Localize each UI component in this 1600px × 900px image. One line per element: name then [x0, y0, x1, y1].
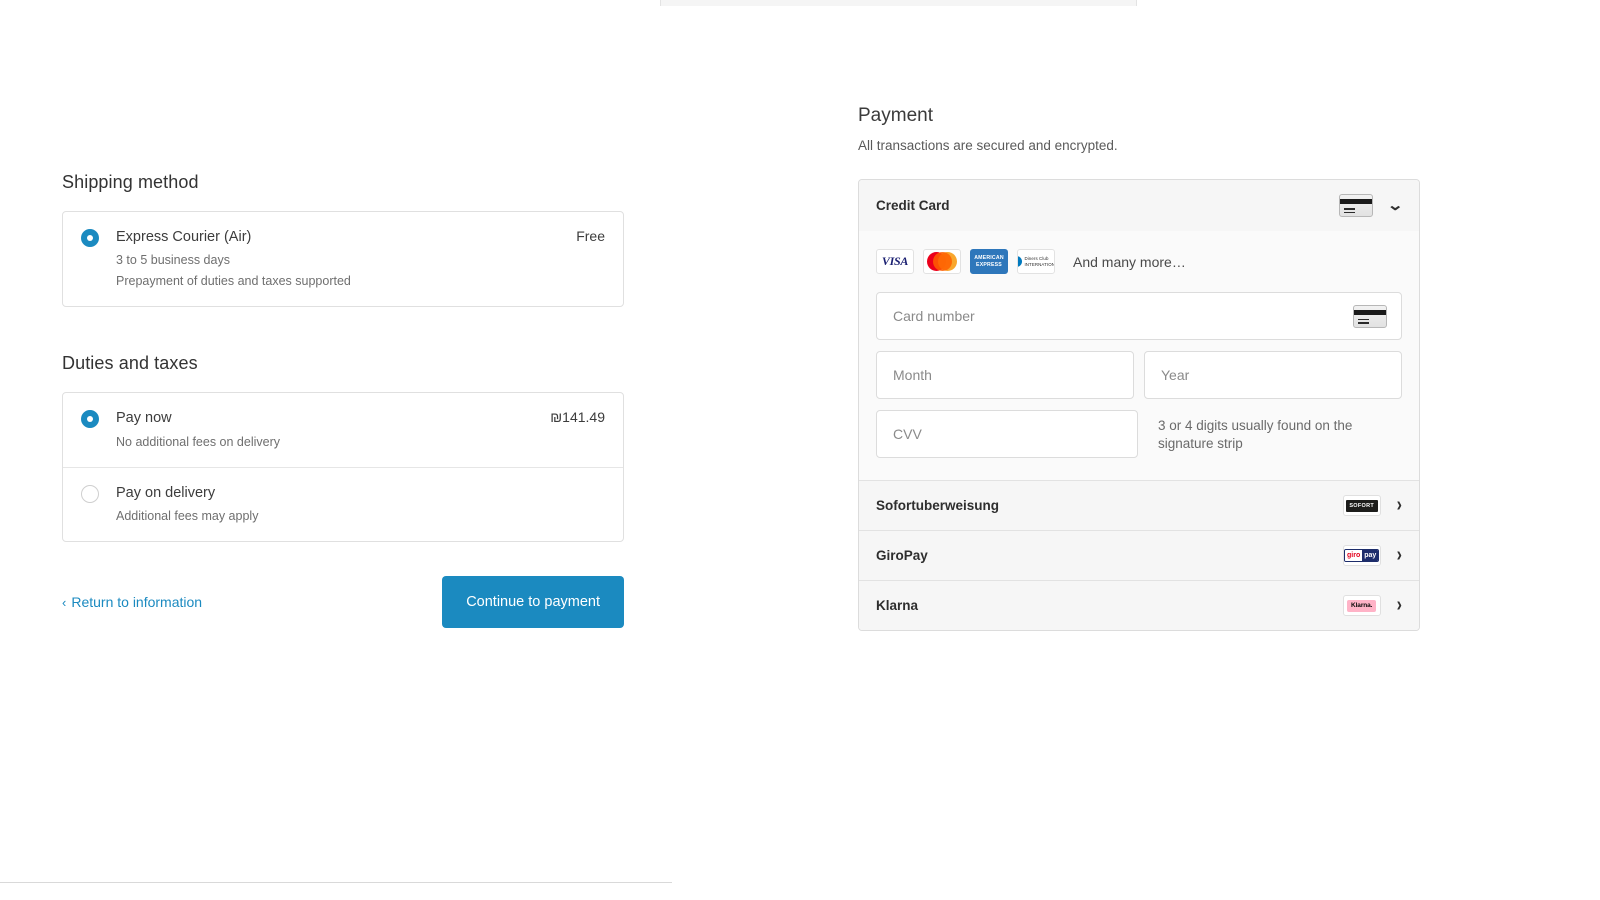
amex-icon: AMERICAN EXPRESS — [970, 249, 1008, 274]
chevron-down-icon[interactable]: ⌄ — [1387, 198, 1404, 213]
card-number-field[interactable] — [876, 292, 1402, 340]
card-brand-row: VISA AMERICAN EXPRESS Diners Club INTERNAT… — [876, 249, 1402, 274]
cvv-row: 3 or 4 digits usually found on the signa… — [876, 410, 1402, 458]
payment-column: Payment All transactions are secured and… — [858, 105, 1420, 631]
expiry-year-field[interactable] — [1144, 351, 1402, 399]
shipping-option-note: Prepayment of duties and taxes supported — [116, 274, 351, 289]
expiry-month-field[interactable] — [876, 351, 1134, 399]
bottom-divider — [0, 882, 672, 883]
shipping-option-express[interactable]: Express Courier (Air) 3 to 5 business da… — [63, 212, 623, 306]
chevron-right-icon-klarna[interactable]: › — [1397, 595, 1402, 616]
radio-shipping-express[interactable] — [81, 229, 99, 247]
duties-and-taxes-title: Duties and taxes — [62, 353, 198, 374]
checkout-page: Shipping method Express Courier (Air) 3 … — [0, 0, 1600, 900]
giropay-right: giro pay › — [1342, 545, 1402, 566]
duties-option-pay-now[interactable]: Pay now No additional fees on delivery ₪… — [63, 393, 623, 466]
payment-method-giropay-label: GiroPay — [876, 548, 928, 563]
duties-pay-now-price: ₪141.49 — [550, 409, 605, 426]
shipping-method-title: Shipping method — [62, 172, 199, 192]
payment-method-giropay[interactable]: GiroPay giro pay › — [859, 530, 1419, 580]
klarna-icon: Klarna. — [1342, 595, 1381, 616]
klarna-wordmark: Klarna. — [1347, 599, 1377, 612]
duties-pay-on-delivery-note: Additional fees may apply — [116, 508, 259, 523]
amex-wordmark: AMERICAN EXPRESS — [974, 255, 1004, 268]
payment-methods-card: Credit Card ⌄ VISA AMERICAN EXPRESS Dine… — [858, 179, 1420, 631]
payment-method-sofortuberweisung[interactable]: Sofortuberweisung SOFORT › — [859, 480, 1419, 530]
and-many-more-label: And many more… — [1073, 253, 1186, 270]
cvv-field[interactable] — [876, 410, 1138, 458]
payment-method-klarna[interactable]: Klarna Klarna. › — [859, 580, 1419, 630]
chevron-right-icon-sofort[interactable]: › — [1397, 495, 1402, 516]
shipping-option-name: Express Courier (Air) — [116, 229, 252, 245]
giropay-wordmark-pay: pay — [1362, 550, 1379, 561]
duties-pay-on-delivery-text: Pay on delivery Additional fees may appl… — [116, 484, 591, 525]
shipping-method-card: Express Courier (Air) 3 to 5 business da… — [62, 211, 624, 308]
duties-pay-now-text: Pay now No additional fees on delivery — [116, 409, 536, 450]
duties-and-taxes-card: Pay now No additional fees on delivery ₪… — [62, 392, 624, 542]
card-number-card-icon — [1353, 304, 1387, 328]
left-column: Shipping method Express Courier (Air) 3 … — [62, 172, 624, 629]
visa-icon: VISA — [876, 249, 914, 274]
radio-duties-pay-now[interactable] — [81, 410, 99, 429]
payment-method-credit-card-header[interactable]: Credit Card ⌄ — [859, 180, 1419, 231]
payment-method-klarna-label: Klarna — [876, 598, 919, 613]
chevron-left-icon: ‹ — [62, 594, 67, 610]
credit-card-header-right: ⌄ — [1339, 194, 1404, 217]
shipping-option-price: Free — [576, 228, 605, 244]
cvv-hint-text: 3 or 4 digits usually found on the signa… — [1158, 418, 1353, 452]
credit-card-icon — [1339, 194, 1374, 217]
sofortuberweisung-right: SOFORT › — [1342, 495, 1402, 516]
visa-wordmark: VISA — [881, 254, 909, 268]
shipping-option-eta: 3 to 5 business days — [116, 253, 230, 268]
form-actions: ‹ Return to information Continue to paym… — [62, 575, 624, 629]
expiry-row — [876, 351, 1402, 399]
expiry-month-input[interactable] — [891, 366, 1119, 384]
payment-method-sofortuberweisung-label: Sofortuberweisung — [876, 498, 1000, 513]
cvv-input[interactable] — [891, 425, 1123, 443]
diners-club-icon: Diners ClubINTERNATIONAL — [1017, 249, 1055, 274]
mastercard-icon — [923, 249, 961, 274]
duties-pay-now-note: No additional fees on delivery — [116, 434, 280, 449]
klarna-right: Klarna. › — [1342, 595, 1402, 616]
continue-to-payment-button[interactable]: Continue to payment — [442, 575, 624, 629]
radio-duties-pay-on-delivery[interactable] — [81, 484, 99, 503]
payment-subtitle: All transactions are secured and encrypt… — [858, 138, 1118, 153]
duties-pay-on-delivery-name: Pay on delivery — [116, 484, 216, 501]
payment-method-credit-card-label: Credit Card — [876, 198, 950, 213]
sofort-wordmark: SOFORT — [1345, 499, 1378, 512]
payment-title: Payment — [858, 105, 933, 126]
sofort-icon: SOFORT — [1342, 495, 1381, 516]
top-scroll-strip — [660, 0, 1137, 6]
card-number-input[interactable] — [891, 307, 1353, 325]
duties-pay-now-name: Pay now — [116, 410, 172, 427]
chevron-right-icon-giropay[interactable]: › — [1397, 545, 1402, 566]
giropay-wordmark-giro: giro — [1345, 550, 1363, 561]
giropay-icon: giro pay — [1342, 545, 1381, 566]
expiry-year-input[interactable] — [1159, 366, 1387, 384]
diners-club-wordmark: Diners ClubINTERNATIONAL — [1024, 256, 1055, 267]
return-to-information-label: Return to information — [71, 594, 203, 611]
credit-card-body: VISA AMERICAN EXPRESS Diners Club INTERNAT… — [859, 231, 1419, 480]
shipping-option-text: Express Courier (Air) 3 to 5 business da… — [116, 228, 562, 290]
duties-option-pay-on-delivery[interactable]: Pay on delivery Additional fees may appl… — [63, 466, 623, 541]
return-to-information-link[interactable]: ‹ Return to information — [62, 594, 202, 610]
